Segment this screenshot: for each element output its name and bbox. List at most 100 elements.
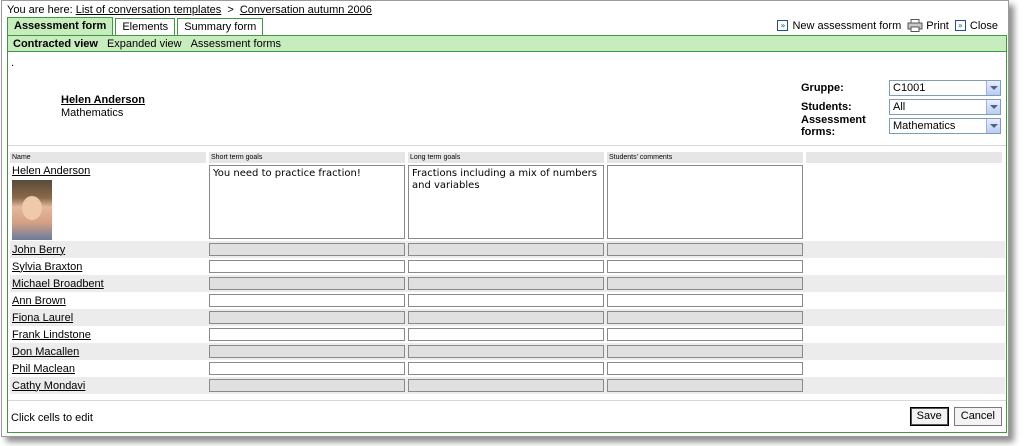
students-comments-field[interactable] — [607, 328, 803, 341]
assessment-forms-select-value: Mathematics — [893, 119, 956, 132]
print-label: Print — [926, 19, 949, 32]
student-photo — [12, 180, 52, 240]
form-buttons: Save Cancel — [905, 407, 1002, 426]
breadcrumb-separator: > — [227, 4, 234, 16]
close-label: Close — [969, 19, 998, 32]
breadcrumb-prefix: You are here: — [7, 4, 73, 16]
short-term-goals-field[interactable] — [209, 243, 405, 256]
top-actions: » New assessment form Print » Close — [771, 19, 998, 32]
assessment-panel: Contracted view Expanded view Assessment… — [7, 35, 1007, 433]
short-term-goals-field[interactable] — [209, 311, 405, 324]
long-term-goals-textarea[interactable]: Fractions including a mix of numbers and… — [408, 165, 604, 239]
long-term-goals-field[interactable] — [408, 328, 604, 341]
student-cell: Helen Anderson — [10, 165, 209, 241]
short-term-goals-field[interactable] — [209, 362, 405, 375]
breadcrumb-link-conversation[interactable]: Conversation autumn 2006 — [240, 4, 372, 16]
long-term-goals-field[interactable] — [408, 294, 604, 307]
table-row: Phil Maclean — [10, 360, 1005, 377]
student-link[interactable]: Phil Maclean — [12, 363, 75, 375]
long-term-goals-field[interactable] — [408, 277, 604, 290]
header-name: Name — [10, 152, 206, 163]
subnav-expanded-view[interactable]: Expanded view — [107, 38, 182, 50]
students-comments-field[interactable] — [607, 243, 803, 256]
table-header: Name Short term goals Long term goals St… — [10, 152, 1005, 163]
long-term-goals-field[interactable] — [408, 311, 604, 324]
filter-panel: Gruppe: C1001 Students: All Assessment f… — [801, 78, 1001, 138]
student-link[interactable]: Don Macallen — [12, 346, 79, 358]
tab-assessment-form[interactable]: Assessment form — [7, 17, 114, 36]
assessment-forms-label: Assessment forms: — [801, 113, 866, 138]
long-term-goals-field[interactable] — [408, 260, 604, 273]
assessment-forms-select[interactable]: Mathematics — [889, 117, 1001, 134]
printer-icon — [907, 19, 923, 32]
header-empty — [806, 152, 1002, 163]
group-select-value: C1001 — [893, 81, 926, 94]
student-link[interactable]: Sylvia Braxton — [12, 261, 82, 273]
student-link[interactable]: Fiona Laurel — [12, 312, 73, 324]
header-students-comments: Students' comments — [607, 152, 803, 163]
students-comments-textarea[interactable] — [607, 165, 803, 239]
table-row: Michael Broadbent — [10, 275, 1005, 292]
table-row: Cathy Mondavi — [10, 377, 1005, 394]
double-chevron-icon: » — [777, 20, 789, 31]
table-row: Frank Lindstone — [10, 326, 1005, 343]
view-subnav: Contracted view Expanded view Assessment… — [8, 36, 1006, 52]
group-label: Gruppe: — [801, 81, 844, 94]
student-link[interactable]: Frank Lindstone — [12, 329, 91, 341]
short-term-goals-field[interactable] — [209, 277, 405, 290]
short-term-goals-field[interactable] — [209, 345, 405, 358]
close-button[interactable]: » Close — [954, 19, 998, 32]
breadcrumb: You are here: List of conversation templ… — [7, 4, 372, 16]
students-select-value: All — [893, 100, 906, 113]
student-name: Helen Anderson — [61, 94, 145, 106]
short-term-goals-field[interactable] — [209, 328, 405, 341]
group-select[interactable]: C1001 — [889, 79, 1001, 96]
student-header: Helen Anderson Mathematics — [61, 94, 145, 120]
long-term-goals-field[interactable] — [408, 243, 604, 256]
short-term-goals-field[interactable] — [209, 294, 405, 307]
breadcrumb-link-templates[interactable]: List of conversation templates — [76, 4, 222, 16]
filter-row-group: Gruppe: C1001 — [801, 78, 1001, 97]
tab-bar: Assessment form Elements Summary form — [7, 17, 265, 36]
students-comments-field[interactable] — [607, 362, 803, 375]
tab-elements[interactable]: Elements — [115, 18, 176, 36]
student-link[interactable]: Ann Brown — [12, 295, 66, 307]
tab-summary-form[interactable]: Summary form — [177, 18, 264, 36]
short-term-goals-textarea[interactable]: You need to practice fraction! — [209, 165, 405, 239]
students-select[interactable]: All — [889, 98, 1001, 115]
divider — [8, 400, 1006, 401]
student-link[interactable]: John Berry — [12, 244, 65, 256]
header-short-term-goals: Short term goals — [209, 152, 405, 163]
students-comments-field[interactable] — [607, 260, 803, 273]
students-comments-field[interactable] — [607, 277, 803, 290]
subnav-contracted-view[interactable]: Contracted view — [13, 38, 98, 50]
long-term-goals-field[interactable] — [408, 379, 604, 392]
print-button[interactable]: Print — [907, 19, 949, 32]
save-button[interactable]: Save — [909, 407, 949, 426]
new-assessment-form-button[interactable]: » New assessment form — [777, 20, 901, 32]
long-term-goals-field[interactable] — [408, 345, 604, 358]
table-row: Ann Brown — [10, 292, 1005, 309]
long-term-goals-field[interactable] — [408, 362, 604, 375]
chevron-down-icon — [986, 80, 1000, 95]
stray-dot: . — [11, 57, 15, 69]
table-row: John Berry — [10, 241, 1005, 258]
cancel-button[interactable]: Cancel — [953, 407, 1002, 426]
table-row: Don Macallen — [10, 343, 1005, 360]
student-link[interactable]: Helen Anderson — [12, 165, 90, 177]
students-comments-field[interactable] — [607, 311, 803, 324]
students-label: Students: — [801, 100, 852, 113]
header-long-term-goals: Long term goals — [408, 152, 604, 163]
app-window: You are here: List of conversation templ… — [1, 0, 1009, 437]
student-subject: Mathematics — [61, 107, 124, 119]
student-link[interactable]: Michael Broadbent — [12, 278, 104, 290]
table-row: Sylvia Braxton — [10, 258, 1005, 275]
students-comments-field[interactable] — [607, 345, 803, 358]
subnav-assessment-forms[interactable]: Assessment forms — [191, 38, 281, 50]
student-link[interactable]: Cathy Mondavi — [12, 380, 85, 392]
students-comments-field[interactable] — [607, 294, 803, 307]
short-term-goals-field[interactable] — [209, 379, 405, 392]
table-row-expanded: Helen Anderson You need to practice frac… — [10, 163, 1005, 241]
short-term-goals-field[interactable] — [209, 260, 405, 273]
students-comments-field[interactable] — [607, 379, 803, 392]
